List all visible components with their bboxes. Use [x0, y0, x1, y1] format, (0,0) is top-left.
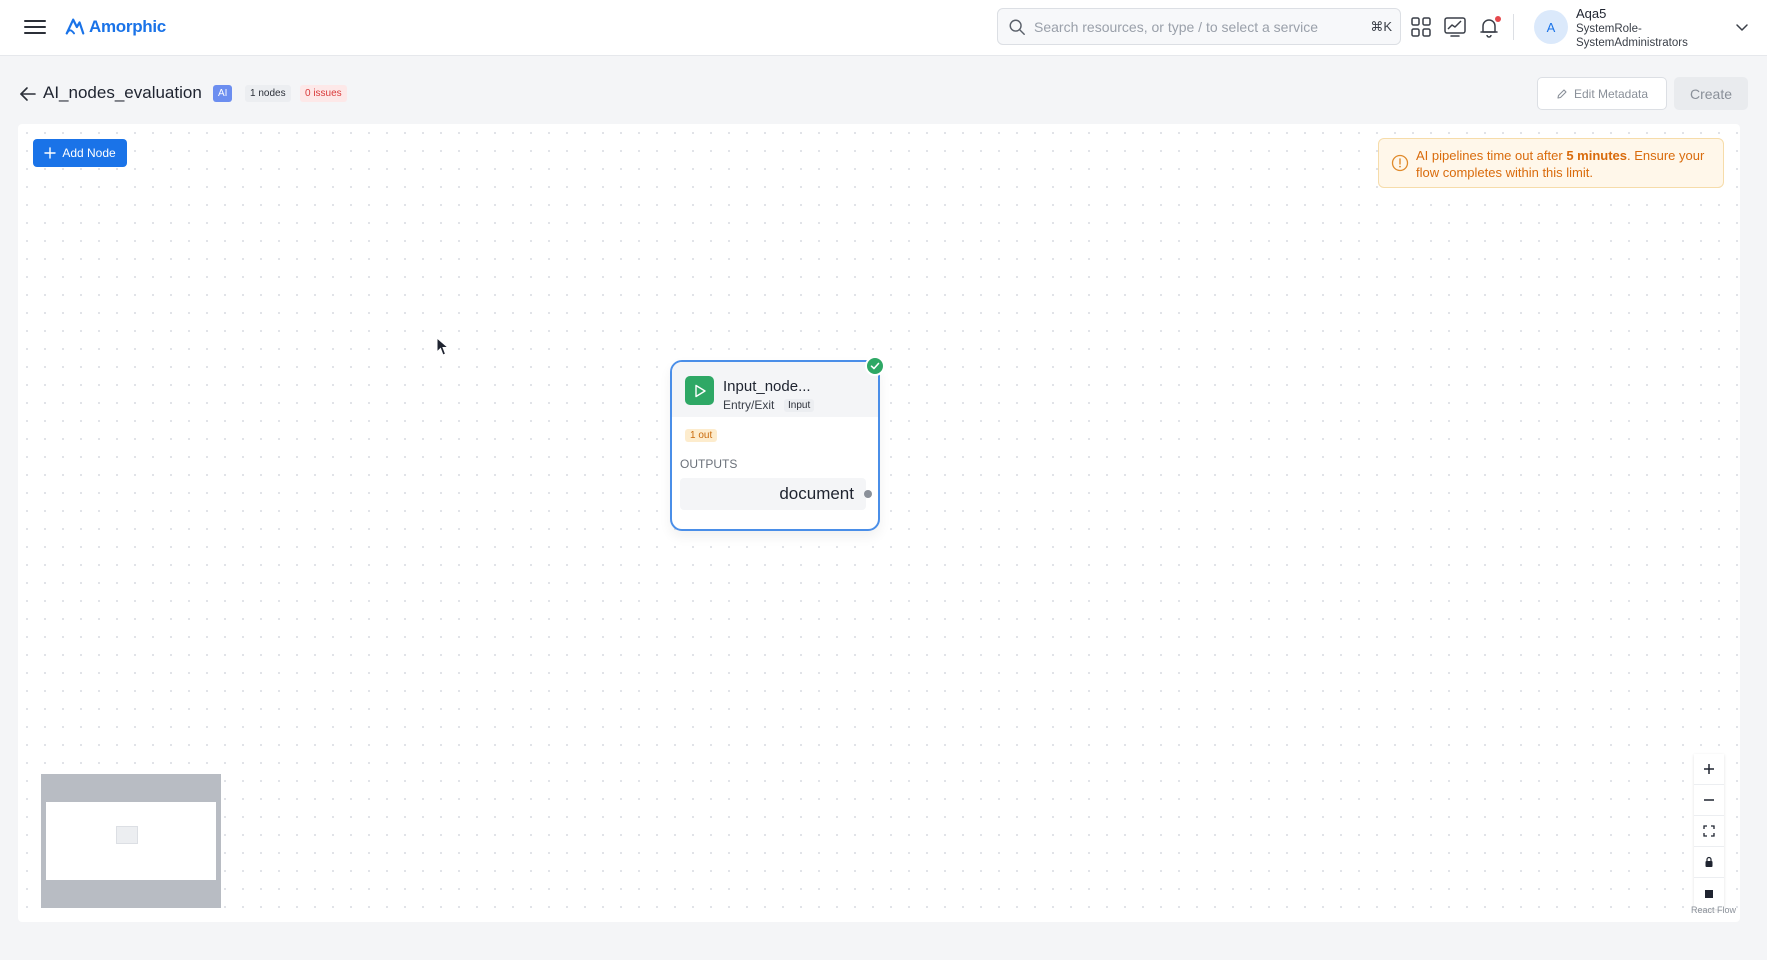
output-handle[interactable] — [864, 490, 872, 498]
nodes-count-badge: 1 nodes — [245, 85, 291, 102]
edit-metadata-button[interactable]: Edit Metadata — [1537, 77, 1667, 110]
flow-canvas[interactable]: Add Node AI pipelines time out after 5 m… — [18, 124, 1740, 922]
add-node-button[interactable]: Add Node — [33, 139, 127, 167]
node-output-row: document — [680, 478, 866, 510]
header-divider — [1513, 14, 1514, 40]
notification-bell-icon[interactable] — [1476, 14, 1502, 40]
app-logo[interactable]: Amorphic — [64, 14, 166, 40]
node-output-name: document — [779, 484, 854, 503]
alert-message: AI pipelines time out after 5 minutes. E… — [1416, 148, 1705, 180]
search-input[interactable] — [1034, 18, 1374, 35]
lock-icon[interactable] — [1694, 847, 1724, 878]
apps-grid-icon[interactable] — [1408, 14, 1434, 40]
plus-icon — [44, 147, 57, 159]
chevron-down-icon[interactable] — [1735, 20, 1749, 34]
global-search[interactable]: ⌘K — [997, 8, 1401, 45]
page-title: AI_nodes_evaluation — [43, 83, 202, 102]
minimap[interactable] — [41, 774, 221, 908]
mouse-pointer-icon — [436, 337, 450, 356]
zoom-out-icon[interactable] — [1694, 785, 1724, 816]
menu-icon[interactable] — [24, 17, 46, 37]
node-header: Input_node... Entry/Exit Input — [672, 362, 878, 417]
minimap-node — [116, 826, 138, 844]
node-outputs-label: OUTPUTS — [680, 457, 738, 471]
fit-view-icon[interactable] — [1694, 816, 1724, 847]
top-bar: Amorphic ⌘K A Aqa5 Syst — [0, 0, 1767, 56]
play-icon — [685, 376, 714, 405]
monitoring-icon[interactable] — [1442, 14, 1468, 40]
search-icon — [1009, 19, 1025, 35]
check-icon — [865, 356, 885, 376]
node-out-badge: 1 out — [685, 429, 718, 442]
add-node-label: Add Node — [62, 146, 116, 160]
notification-dot — [1495, 16, 1501, 22]
pencil-icon — [1557, 88, 1567, 99]
amorphic-logo-icon — [65, 18, 85, 35]
timeout-alert: AI pipelines time out after 5 minutes. E… — [1378, 138, 1724, 188]
node-title: Input_node... — [723, 378, 811, 395]
create-button[interactable]: Create — [1674, 77, 1748, 110]
input-node[interactable]: Input_node... Entry/Exit Input 1 out OUT… — [670, 356, 885, 531]
logo-text: Amorphic — [89, 17, 166, 36]
user-name: Aqa5 — [1576, 6, 1607, 21]
minimap-viewport[interactable] — [46, 802, 216, 880]
type-badge: AI — [213, 85, 233, 102]
search-shortcut: ⌘K — [1370, 19, 1392, 34]
node-category: Entry/Exit — [723, 398, 775, 412]
back-arrow-icon[interactable] — [19, 86, 37, 102]
react-flow-attribution[interactable]: React Flow — [1691, 905, 1736, 915]
avatar[interactable]: A — [1534, 10, 1568, 44]
warning-icon — [1391, 154, 1409, 172]
issues-count-badge: 0 issues — [300, 85, 347, 102]
user-role: SystemRole-SystemAdministrators — [1576, 23, 1688, 49]
zoom-controls — [1694, 754, 1724, 909]
node-type-badge: Input — [784, 399, 815, 412]
zoom-in-icon[interactable] — [1694, 754, 1724, 785]
edit-metadata-label: Edit Metadata — [1573, 86, 1649, 101]
